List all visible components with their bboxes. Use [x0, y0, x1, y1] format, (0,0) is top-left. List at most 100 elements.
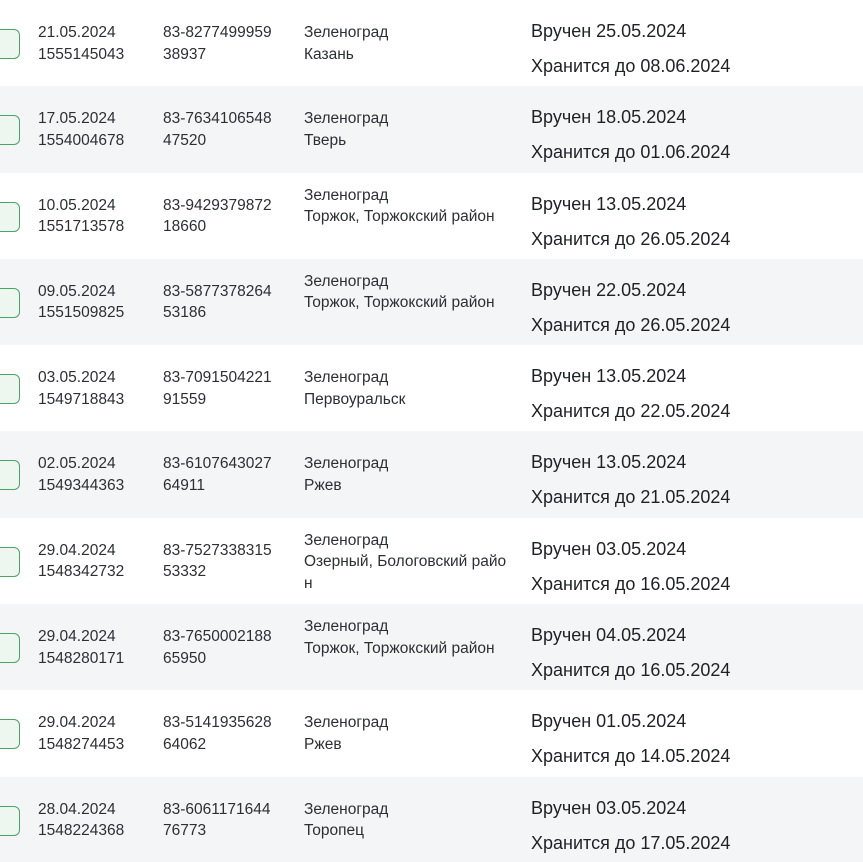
delivered-status: Вручен 13.05.2024 — [531, 366, 687, 387]
route-to: Торжок, Торжокский район — [304, 639, 495, 657]
route-cell: Зеленоград Торжок, Торжокский район — [304, 185, 508, 228]
row-checkbox[interactable] — [0, 201, 20, 232]
order-date: 17.05.2024 — [38, 110, 116, 128]
status-cell: Вручен 13.05.2024 Хранится до 26.05.2024 — [531, 187, 831, 257]
table-row[interactable]: 29.04.2024 1548342732 83-7527338315 5333… — [0, 518, 863, 604]
delivered-status: Вручен 13.05.2024 — [531, 193, 687, 214]
track-cell: 83-7527338315 53332 — [163, 540, 287, 583]
route-to: Тверь — [304, 131, 347, 149]
row-checkbox[interactable] — [0, 374, 20, 405]
row-checkbox[interactable] — [0, 287, 20, 318]
track-number-part-2: 64062 — [163, 735, 207, 753]
status-cell: Вручен 01.05.2024 Хранится до 14.05.2024 — [531, 704, 831, 774]
route-to: Казань — [304, 45, 354, 63]
route-cell: Зеленоград Торжок, Торжокский район — [304, 616, 508, 659]
date-cell: 10.05.2024 1551713578 — [38, 195, 158, 238]
track-number-part-2: 65950 — [163, 649, 207, 667]
status-cell: Вручен 03.05.2024 Хранится до 17.05.2024 — [531, 791, 831, 861]
table-row[interactable]: 09.05.2024 1551509825 83-5877378264 5318… — [0, 258, 863, 346]
track-cell: 83-7650002188 65950 — [163, 626, 287, 669]
order-id: 1555145043 — [38, 45, 125, 63]
track-cell: 83-7091504221 91559 — [163, 367, 287, 410]
stored-until: Хранится до 22.05.2024 — [531, 401, 731, 422]
order-date: 03.05.2024 — [38, 369, 116, 387]
track-cell: 83-5141935628 64062 — [163, 712, 287, 755]
order-id: 1548274453 — [38, 735, 125, 753]
stored-until: Хранится до 16.05.2024 — [531, 660, 731, 681]
status-cell: Вручен 18.05.2024 Хранится до 01.06.2024 — [531, 100, 831, 170]
track-number-part-1: 83-5877378264 — [163, 282, 272, 300]
table-row[interactable]: 17.05.2024 1554004678 83-7634106548 4752… — [0, 86, 863, 173]
delivered-status: Вручен 25.05.2024 — [531, 21, 687, 41]
order-date: 21.05.2024 — [38, 24, 116, 41]
route-cell: Зеленоград Торжок, Торжокский район — [304, 271, 508, 314]
order-id: 1548224368 — [38, 822, 125, 840]
table-row[interactable]: 03.05.2024 1549718843 83-7091504221 9155… — [0, 345, 863, 431]
route-cell: Зеленоград Тверь — [304, 108, 508, 151]
route-from: Зеленоград — [304, 110, 389, 128]
route-to: Озерный, Бологовский район — [304, 553, 507, 592]
order-date: 29.04.2024 — [38, 714, 116, 732]
table-row[interactable]: 10.05.2024 1551713578 83-9429379872 1866… — [0, 173, 863, 259]
track-number-part-2: 64911 — [163, 476, 205, 494]
route-to: Торжок, Торжокский район — [304, 294, 495, 312]
date-cell: 28.04.2024 1548224368 — [38, 799, 158, 842]
date-cell: 29.04.2024 1548280171 — [38, 626, 158, 669]
order-id: 1551713578 — [38, 218, 125, 236]
date-cell: 09.05.2024 1551509825 — [38, 281, 158, 324]
route-from: Зеленоград — [304, 186, 389, 204]
row-checkbox[interactable] — [0, 115, 20, 146]
order-date: 28.04.2024 — [38, 800, 116, 818]
track-cell: 83-5877378264 53186 — [163, 281, 287, 324]
row-checkbox[interactable] — [0, 633, 20, 664]
delivered-status: Вручен 13.05.2024 — [531, 452, 687, 473]
track-number-part-1: 83-8277499959 — [163, 24, 272, 41]
table-row[interactable]: 21.05.2024 1555145043 83-8277499959 3893… — [0, 0, 863, 86]
stored-until: Хранится до 21.05.2024 — [531, 487, 731, 508]
order-date: 29.04.2024 — [38, 541, 116, 559]
table-row[interactable]: 28.04.2024 1548224368 83-6061171644 7677… — [0, 776, 863, 862]
route-cell: Зеленоград Ржев — [304, 712, 508, 755]
row-checkbox[interactable] — [0, 805, 20, 836]
table-row[interactable]: 02.05.2024 1549344363 83-6107643027 6491… — [0, 431, 863, 518]
track-number-part-1: 83-5141935628 — [163, 714, 272, 732]
stored-until: Хранится до 17.05.2024 — [531, 832, 731, 853]
track-number-part-1: 83-6107643027 — [163, 455, 272, 473]
route-cell: Зеленоград Ржев — [304, 453, 508, 496]
row-checkbox[interactable] — [0, 546, 20, 577]
track-cell: 83-9429379872 18660 — [163, 195, 287, 238]
route-from: Зеленоград — [304, 455, 389, 473]
stored-until: Хранится до 01.06.2024 — [531, 142, 731, 163]
track-number-part-2: 47520 — [163, 131, 207, 149]
route-to: Торопец — [304, 822, 365, 840]
route-to: Ржев — [304, 476, 342, 494]
date-cell: 29.04.2024 1548342732 — [38, 540, 158, 583]
stored-until: Хранится до 26.05.2024 — [531, 228, 731, 249]
delivered-status: Вручен 01.05.2024 — [531, 711, 687, 732]
route-from: Зеленоград — [304, 24, 389, 41]
order-date: 02.05.2024 — [38, 455, 116, 473]
row-checkbox[interactable] — [0, 719, 20, 750]
route-from: Зеленоград — [304, 369, 389, 387]
route-to: Торжок, Торжокский район — [304, 208, 495, 226]
track-cell: 83-8277499959 38937 — [163, 22, 287, 65]
delivered-status: Вручен 22.05.2024 — [531, 279, 687, 300]
route-from: Зеленоград — [304, 531, 389, 549]
status-cell: Вручен 13.05.2024 Хранится до 21.05.2024 — [531, 445, 831, 515]
route-cell: Зеленоград Торопец — [304, 799, 508, 842]
route-from: Зеленоград — [304, 272, 389, 290]
track-number-part-2: 53332 — [163, 563, 207, 581]
track-number-part-1: 83-9429379872 — [163, 196, 272, 214]
track-number-part-1: 83-7091504221 — [163, 369, 272, 387]
row-checkbox[interactable] — [0, 29, 20, 59]
shipments-table: 21.05.2024 1555145043 83-8277499959 3893… — [0, 0, 863, 862]
row-checkbox[interactable] — [0, 460, 20, 491]
order-id: 1549344363 — [38, 476, 125, 494]
route-to: Ржев — [304, 735, 342, 753]
table-row[interactable]: 29.04.2024 1548274453 83-5141935628 6406… — [0, 690, 863, 776]
table-row[interactable]: 29.04.2024 1548280171 83-7650002188 6595… — [0, 604, 863, 691]
status-cell: Вручен 13.05.2024 Хранится до 22.05.2024 — [531, 359, 831, 429]
status-cell: Вручен 25.05.2024 Хранится до 08.06.2024 — [531, 14, 831, 84]
stored-until: Хранится до 26.05.2024 — [531, 314, 731, 335]
date-cell: 29.04.2024 1548274453 — [38, 712, 158, 755]
